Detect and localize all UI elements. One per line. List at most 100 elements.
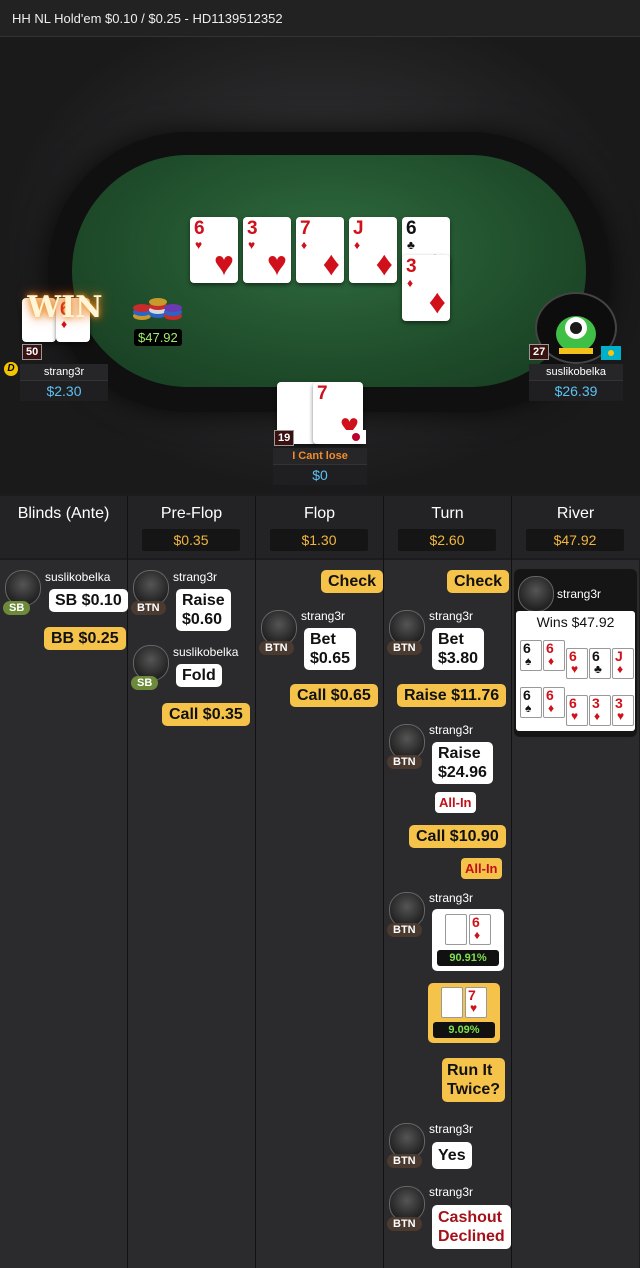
player-name: strang3r [557,587,602,601]
action-text: Raise [438,745,481,762]
pot-chips-amount: $47.92 [134,329,182,346]
win-banner: WIN [27,290,103,325]
prompt-line: Run It [447,1062,493,1079]
action-amount: $0.60 [182,611,223,628]
card-suit: ♠ [282,397,296,427]
card-suit: ♦ [617,662,624,676]
pot-preflop: $0.35 [142,529,240,551]
board-card: 6 ♥ ♥ [190,217,238,283]
street-title-flop: Flop [303,505,336,522]
player-name: strang3r [301,609,346,623]
action-text: Raise [182,592,225,609]
action-amount: $24.96 [438,764,487,781]
card-rank: 7 [317,383,328,404]
card-suit: ♥ [195,238,203,252]
right-player-info[interactable]: suslikobelka $26.39 [529,364,623,401]
pot-flop: $1.30 [270,529,368,551]
card-suit: ♦ [375,245,393,283]
card-suit: ♣ [594,662,602,676]
left-player-info[interactable]: strang3r $2.30 [20,364,108,401]
kazakhstan-flag-icon [601,346,621,360]
player-name: suslikobelka [173,645,239,659]
equity-percent: 90.91% [437,950,499,966]
player-name: strang3r [429,1122,474,1136]
action-bubble: Call $0.35 [162,703,250,726]
card-suit: ♦ [548,654,555,668]
column-blinds [0,560,127,1268]
card-suit: ♥ [213,245,234,283]
column-divider [255,496,256,1268]
japan-flag-icon [346,430,366,444]
position-badge: SB [131,676,159,690]
card-suit: ♥ [617,709,625,723]
player-name: strang3r [429,609,474,623]
player-name: suslikobelka [45,570,111,584]
board-card: 7 ♦ ♦ [296,217,344,283]
card-rank: 7 [300,218,311,239]
position-badge: SB [3,601,31,615]
mini-card: 7 ♥ [465,987,487,1018]
player-avatar [518,576,554,612]
player-name: strang3r [429,891,474,905]
position-badge: BTN [131,601,166,615]
mini-card: J ♠ [441,987,463,1018]
mini-card: 6 ♠ [520,687,542,718]
player-name: strang3r [173,570,218,584]
hero-info[interactable]: I Cant lose $0 [273,448,367,485]
left-player-stack: $2.30 [20,380,108,401]
right-player-stack: $26.39 [529,380,623,401]
hero-name: I Cant lose [273,448,367,464]
card-suit: ♥ [571,662,579,676]
right-player-name: suslikobelka [529,364,623,380]
position-badge: BTN [387,755,422,769]
column-divider [127,496,128,1268]
action-text: Cashout [438,1209,502,1226]
card-rank: J [353,218,364,239]
position-badge: BTN [387,1217,422,1231]
card-suit: ♥ [248,238,256,252]
action-bubble: Bet $3.80 [432,628,485,670]
pot-river: $47.92 [526,529,624,551]
card-suit: ♥ [470,1001,478,1015]
card-suit: ♥ [571,709,579,723]
mini-card: 6 ♦ [469,914,491,945]
column-divider [511,496,512,1268]
card-suit: ♦ [428,283,446,321]
board-card: J ♦ ♦ [349,217,397,283]
action-bubble: Fold [176,664,222,687]
card-suit: ♥ [266,245,287,283]
board-card: 3 ♥ ♥ [243,217,291,283]
street-title-preflop: Pre-Flop [160,505,223,522]
right-player-level: 27 [529,344,550,360]
card-rank: 6 [406,218,417,239]
action-bubble: Check [321,570,384,593]
dealer-button: D [4,362,18,376]
mini-card: 6 ♣ [589,648,611,679]
action-bubble: SB $0.10 [49,589,128,612]
card-rank: 6 [194,218,205,239]
action-bubble: Yes [432,1142,472,1169]
card-suit: ♦ [354,238,361,252]
mini-card: 3 ♦ [589,695,611,726]
mini-card: 6 ♠ [445,914,467,945]
street-title-river: River [556,505,595,522]
position-badge: BTN [259,641,294,655]
card-suit: ♦ [594,709,601,723]
position-badge: BTN [387,923,422,937]
chip-stack-icon [133,298,182,320]
card-suit: ♠ [525,701,532,715]
card-suit: ♠ [450,928,457,942]
card-suit: ♦ [407,276,414,290]
action-bubble: Raise $24.96 [432,742,493,784]
card-rank: 3 [247,218,258,239]
action-bubble: Call $10.90 [409,825,506,848]
board-card: 3 ♦ ♦ [402,255,450,321]
action-text: Declined [438,1228,505,1245]
position-badge: BTN [387,641,422,655]
card-suit: ♦ [301,238,308,252]
hero-stack: $0 [273,464,367,485]
action-bubble: Call $0.65 [290,684,378,707]
card-suit: ♦ [322,245,340,283]
pot-turn: $2.60 [398,529,496,551]
action-text: Bet [310,631,336,648]
